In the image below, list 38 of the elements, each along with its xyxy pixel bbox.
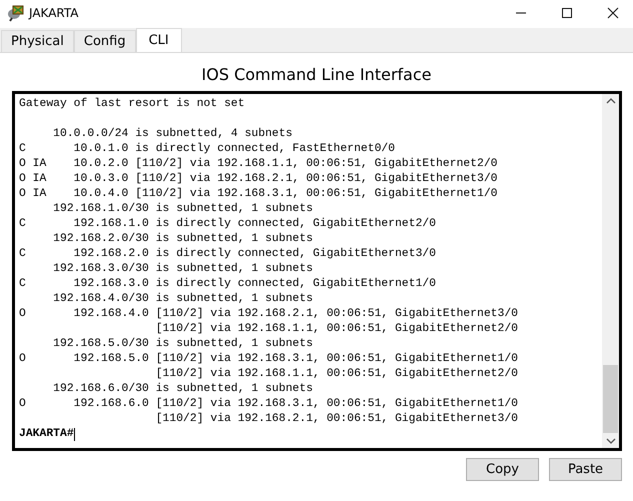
text-cursor <box>74 428 75 441</box>
scroll-up-icon[interactable] <box>606 97 616 105</box>
scrollbar-thumb[interactable] <box>603 365 618 433</box>
terminal-line: 192.168.2.0/30 is subnetted, 1 subnets <box>52 232 313 247</box>
terminal-line: O 192.168.6.0 [110/2] via 192.168.3.1, 00:06:51, GigabitEthernet1/0 <box>19 397 518 412</box>
terminal-line: 192.168.5.0/30 is subnetted, 1 subnets <box>52 337 313 352</box>
action-button[interactable]: Copy <box>466 458 539 481</box>
close-icon[interactable] <box>607 7 619 19</box>
terminal-line: [110/2] via 192.168.1.1, 00:06:51, GigabitEthernet2/0 <box>154 367 518 382</box>
terminal-line: C 192.168.1.0 is directly connected, GigabitEthernet2/0 <box>19 217 436 232</box>
panel-heading: IOS Command Line Interface <box>200 65 432 86</box>
terminal-line: C 10.0.1.0 is directly connected, FastEthernet0/0 <box>19 142 395 157</box>
tab[interactable]: CLI <box>136 28 182 52</box>
terminal-line: C 192.168.3.0 is directly connected, GigabitEthernet1/0 <box>19 277 436 292</box>
terminal-line: 10.0.0.0/24 is subnetted, 4 subnets <box>52 127 292 142</box>
terminal-prompt: JAKARTA# <box>19 427 74 442</box>
terminal-line: O 192.168.4.0 [110/2] via 192.168.2.1, 00:06:51, GigabitEthernet3/0 <box>19 307 518 322</box>
terminal-line: O 192.168.5.0 [110/2] via 192.168.3.1, 00:06:51, GigabitEthernet1/0 <box>19 352 518 367</box>
terminal-line: Gateway of last resort is not set <box>19 97 245 112</box>
terminal-line: 192.168.4.0/30 is subnetted, 1 subnets <box>52 292 313 307</box>
tab[interactable]: Config <box>74 30 136 52</box>
terminal-line: O IA 10.0.3.0 [110/2] via 192.168.2.1, 00:06:51, GigabitEthernet3/0 <box>19 172 498 187</box>
tab[interactable]: Physical <box>1 30 74 52</box>
action-button[interactable]: Paste <box>549 458 622 481</box>
router-icon <box>7 4 25 22</box>
terminal-line: 192.168.6.0/30 is subnetted, 1 subnets <box>52 382 313 397</box>
scrollbar[interactable] <box>602 94 619 448</box>
terminal-console[interactable] <box>12 91 622 451</box>
terminal-line: [110/2] via 192.168.2.1, 00:06:51, GigabitEthernet3/0 <box>154 412 518 427</box>
maximize-icon[interactable] <box>561 7 573 19</box>
terminal-line: 192.168.1.0/30 is subnetted, 1 subnets <box>52 202 313 217</box>
scroll-down-icon[interactable] <box>606 437 616 445</box>
terminal-line: [110/2] via 192.168.1.1, 00:06:51, GigabitEthernet2/0 <box>154 322 518 337</box>
terminal-line: C 192.168.2.0 is directly connected, GigabitEthernet3/0 <box>19 247 436 262</box>
terminal-line: O IA 10.0.2.0 [110/2] via 192.168.1.1, 00:06:51, GigabitEthernet2/0 <box>19 157 498 172</box>
window-title: JAKARTA <box>29 6 78 20</box>
terminal-line: 192.168.3.0/30 is subnetted, 1 subnets <box>52 262 313 277</box>
terminal-line: O IA 10.0.4.0 [110/2] via 192.168.3.1, 00:06:51, GigabitEthernet1/0 <box>19 187 498 202</box>
